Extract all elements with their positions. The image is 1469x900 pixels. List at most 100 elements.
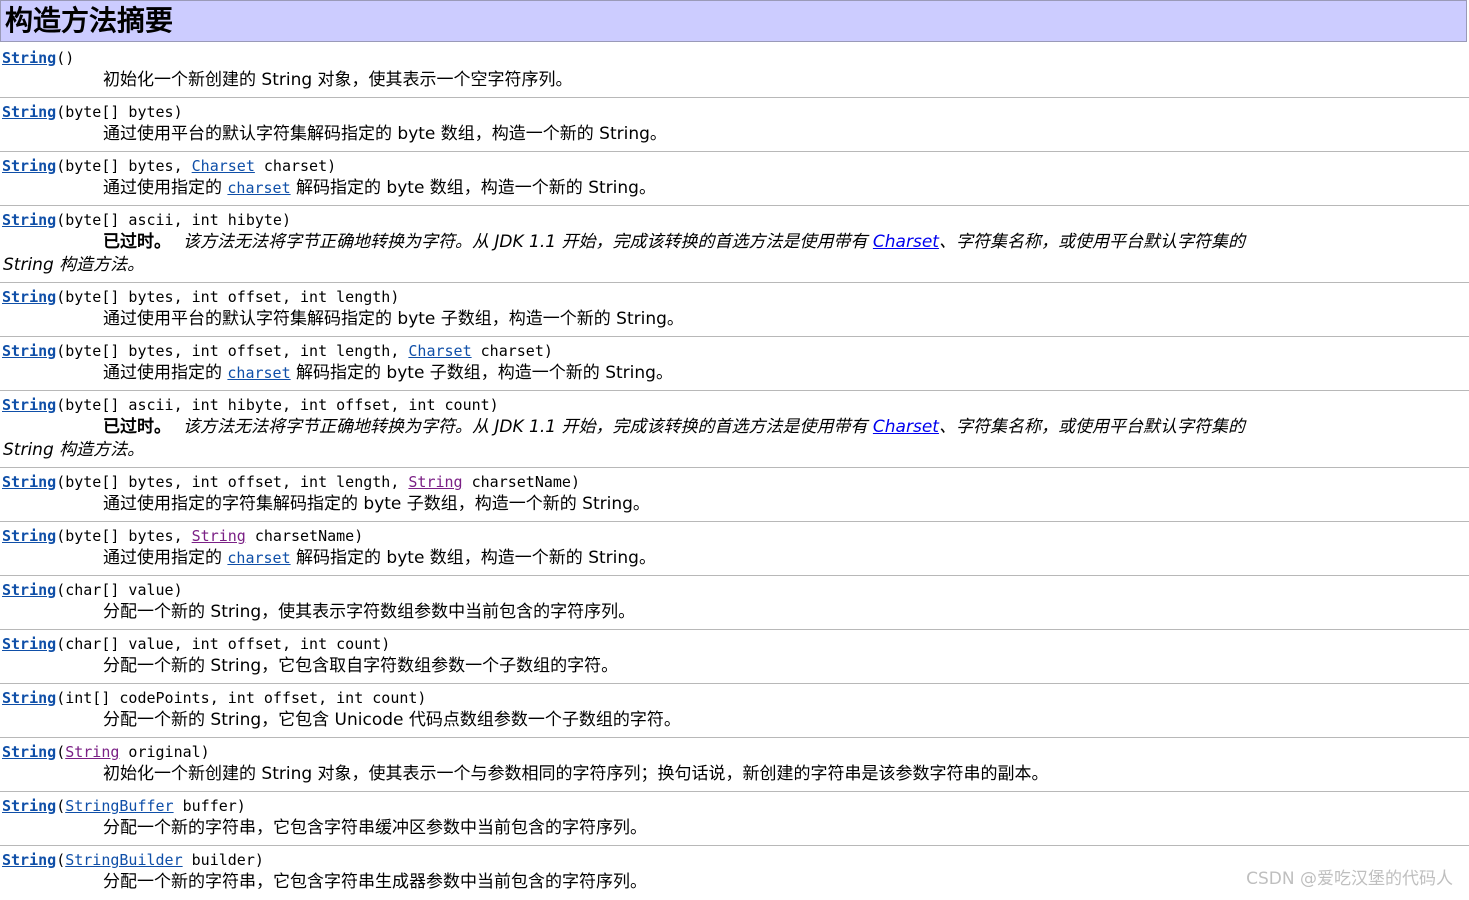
charset-type-link[interactable]: Charset <box>408 342 471 360</box>
desc-text: 解码指定的 byte 子数组，构造一个新的 String。 <box>290 363 673 383</box>
constructor-description: 通过使用指定的 charset 解码指定的 byte 数组，构造一个新的 Str… <box>103 547 656 569</box>
params: ( <box>56 797 66 815</box>
constructor-link[interactable]: String <box>2 743 56 761</box>
desc-text: 解码指定的 byte 数组，构造一个新的 String。 <box>290 548 656 568</box>
constructor-link[interactable]: String <box>2 342 56 360</box>
constructor-description: 通过使用平台的默认字符集解码指定的 byte 数组，构造一个新的 String。 <box>103 124 667 144</box>
constructor-row: String(char[] value) 分配一个新的 String，使其表示字… <box>0 576 1469 630</box>
params: original) <box>119 743 210 761</box>
constructor-signature: String(int[] codePoints, int offset, int… <box>2 688 426 708</box>
string-type-link[interactable]: String <box>192 527 246 545</box>
string-type-link[interactable]: String <box>65 743 119 761</box>
charset-link[interactable]: charset <box>227 364 290 382</box>
stringbuffer-type-link[interactable]: StringBuffer <box>65 797 173 815</box>
params: (byte[] bytes, int offset, int length, <box>56 342 409 360</box>
constructor-link[interactable]: String <box>2 689 56 707</box>
charset-link[interactable]: charset <box>227 179 290 197</box>
constructor-signature: String(byte[] bytes, int offset, int len… <box>2 287 399 307</box>
constructor-signature: String(byte[] bytes, int offset, int len… <box>2 472 580 492</box>
constructor-link[interactable]: String <box>2 103 56 121</box>
constructor-link[interactable]: String <box>2 49 56 67</box>
constructor-link[interactable]: String <box>2 527 56 545</box>
charset-type-link[interactable]: Charset <box>873 232 939 252</box>
deprecation-text: 该方法无法将字节正确地转换为字符。从 JDK 1.1 开始，完成该转换的首选方法… <box>183 232 873 252</box>
constructor-row: String(byte[] bytes) 通过使用平台的默认字符集解码指定的 b… <box>0 98 1469 152</box>
constructor-link[interactable]: String <box>2 396 56 414</box>
constructor-row: String(byte[] bytes, int offset, int len… <box>0 283 1469 337</box>
deprecation-text: 、字符集名称，或使用平台默认字符集的 <box>938 417 1245 437</box>
constructor-link[interactable]: String <box>2 473 56 491</box>
charset-type-link[interactable]: Charset <box>192 157 255 175</box>
constructor-link[interactable]: String <box>2 581 56 599</box>
params: (byte[] bytes, <box>56 157 192 175</box>
deprecation-text-line2: String 构造方法。 <box>3 255 145 275</box>
stringbuilder-type-link[interactable]: StringBuilder <box>65 851 182 869</box>
constructor-description: 通过使用指定的 charset 解码指定的 byte 数组，构造一个新的 Str… <box>103 177 656 199</box>
charset-type-link[interactable]: Charset <box>873 417 939 437</box>
params: (byte[] bytes, <box>56 527 192 545</box>
params: ( <box>56 851 66 869</box>
deprecated-label: 已过时。 <box>103 232 171 252</box>
watermark-text: CSDN @爱吃汉堡的代码人 <box>1246 869 1453 889</box>
constructor-signature: String(byte[] ascii, int hibyte, int off… <box>2 395 499 415</box>
desc-text: 通过使用指定的 <box>103 548 228 568</box>
constructor-signature: String(StringBuilder builder) <box>2 850 264 870</box>
deprecation-text: 该方法无法将字节正确地转换为字符。从 JDK 1.1 开始，完成该转换的首选方法… <box>183 417 873 437</box>
params: buffer) <box>173 797 246 815</box>
constructor-description: 分配一个新的 String，使其表示字符数组参数中当前包含的字符序列。 <box>103 602 636 622</box>
constructor-row: String(char[] value, int offset, int cou… <box>0 630 1469 684</box>
constructor-description: 分配一个新的 String，它包含 Unicode 代码点数组参数一个子数组的字… <box>103 710 681 730</box>
params: charsetName) <box>462 473 580 491</box>
constructor-description: 通过使用指定的 charset 解码指定的 byte 子数组，构造一个新的 St… <box>103 362 673 384</box>
constructor-signature: String(String original) <box>2 742 210 762</box>
constructor-description: 通过使用指定的字符集解码指定的 byte 子数组，构造一个新的 String。 <box>103 494 650 514</box>
constructor-link[interactable]: String <box>2 288 56 306</box>
params: charset) <box>471 342 553 360</box>
desc-text: 通过使用指定的 <box>103 363 228 383</box>
constructor-signature: String(byte[] bytes, Charset charset) <box>2 156 336 176</box>
constructor-description: 初始化一个新创建的 String 对象，使其表示一个与参数相同的字符序列；换句话… <box>103 764 1049 784</box>
constructor-description: 分配一个新的字符串，它包含字符串生成器参数中当前包含的字符序列。 <box>103 872 647 892</box>
params: (int[] codePoints, int offset, int count… <box>56 689 427 707</box>
desc-text: 通过使用指定的 <box>103 178 228 198</box>
deprecation-note: 已过时。 该方法无法将字节正确地转换为字符。从 JDK 1.1 开始，完成该转换的… <box>103 231 1245 254</box>
constructor-row: String(byte[] bytes, int offset, int len… <box>0 337 1469 391</box>
constructor-link[interactable]: String <box>2 211 56 229</box>
constructor-row: String(byte[] bytes, Charset charset) 通过… <box>0 152 1469 206</box>
charset-link[interactable]: charset <box>227 549 290 567</box>
params: (char[] value, int offset, int count) <box>56 635 391 653</box>
params: (byte[] bytes, int offset, int length, <box>56 473 409 491</box>
constructor-row: String(StringBuffer buffer) 分配一个新的字符串，它包… <box>0 792 1469 846</box>
params: (char[] value) <box>56 581 183 599</box>
params: charsetName) <box>245 527 364 545</box>
params: (byte[] ascii, int hibyte) <box>56 211 291 229</box>
params: (byte[] bytes, int offset, int length) <box>56 288 400 306</box>
constructor-link[interactable]: String <box>2 157 56 175</box>
params: (byte[] ascii, int hibyte, int offset, i… <box>56 396 499 414</box>
params: ( <box>56 743 66 761</box>
constructor-link[interactable]: String <box>2 851 56 869</box>
constructor-signature: String(char[] value, int offset, int cou… <box>2 634 390 654</box>
deprecation-text-line2: String 构造方法。 <box>3 440 145 460</box>
params: builder) <box>182 851 264 869</box>
constructor-link[interactable]: String <box>2 797 56 815</box>
constructor-row: String() 初始化一个新创建的 String 对象，使其表示一个空字符序列… <box>0 44 1469 98</box>
constructor-description: 分配一个新的字符串，它包含字符串缓冲区参数中当前包含的字符序列。 <box>103 818 647 838</box>
constructor-link[interactable]: String <box>2 635 56 653</box>
constructor-list: String() 初始化一个新创建的 String 对象，使其表示一个空字符序列… <box>0 44 1469 900</box>
string-type-link[interactable]: String <box>408 473 462 491</box>
constructor-description: 分配一个新的 String，它包含取自字符数组参数一个子数组的字符。 <box>103 656 619 676</box>
constructor-signature: String(byte[] bytes) <box>2 102 183 122</box>
constructor-summary-header: 构造方法摘要 <box>0 0 1467 42</box>
constructor-description: 初始化一个新创建的 String 对象，使其表示一个空字符序列。 <box>103 70 573 90</box>
constructor-row: String(byte[] bytes, int offset, int len… <box>0 468 1469 522</box>
constructor-signature: String() <box>2 48 74 68</box>
constructor-row-deprecated: String(byte[] ascii, int hibyte, int off… <box>0 391 1469 468</box>
deprecated-label: 已过时。 <box>103 417 171 437</box>
params: () <box>56 49 75 67</box>
constructor-signature: String(byte[] bytes, int offset, int len… <box>2 341 553 361</box>
constructor-description: 通过使用平台的默认字符集解码指定的 byte 子数组，构造一个新的 String… <box>103 309 684 329</box>
constructor-signature: String(byte[] ascii, int hibyte) <box>2 210 291 230</box>
constructor-row: String(int[] codePoints, int offset, int… <box>0 684 1469 738</box>
params: charset) <box>254 157 337 175</box>
